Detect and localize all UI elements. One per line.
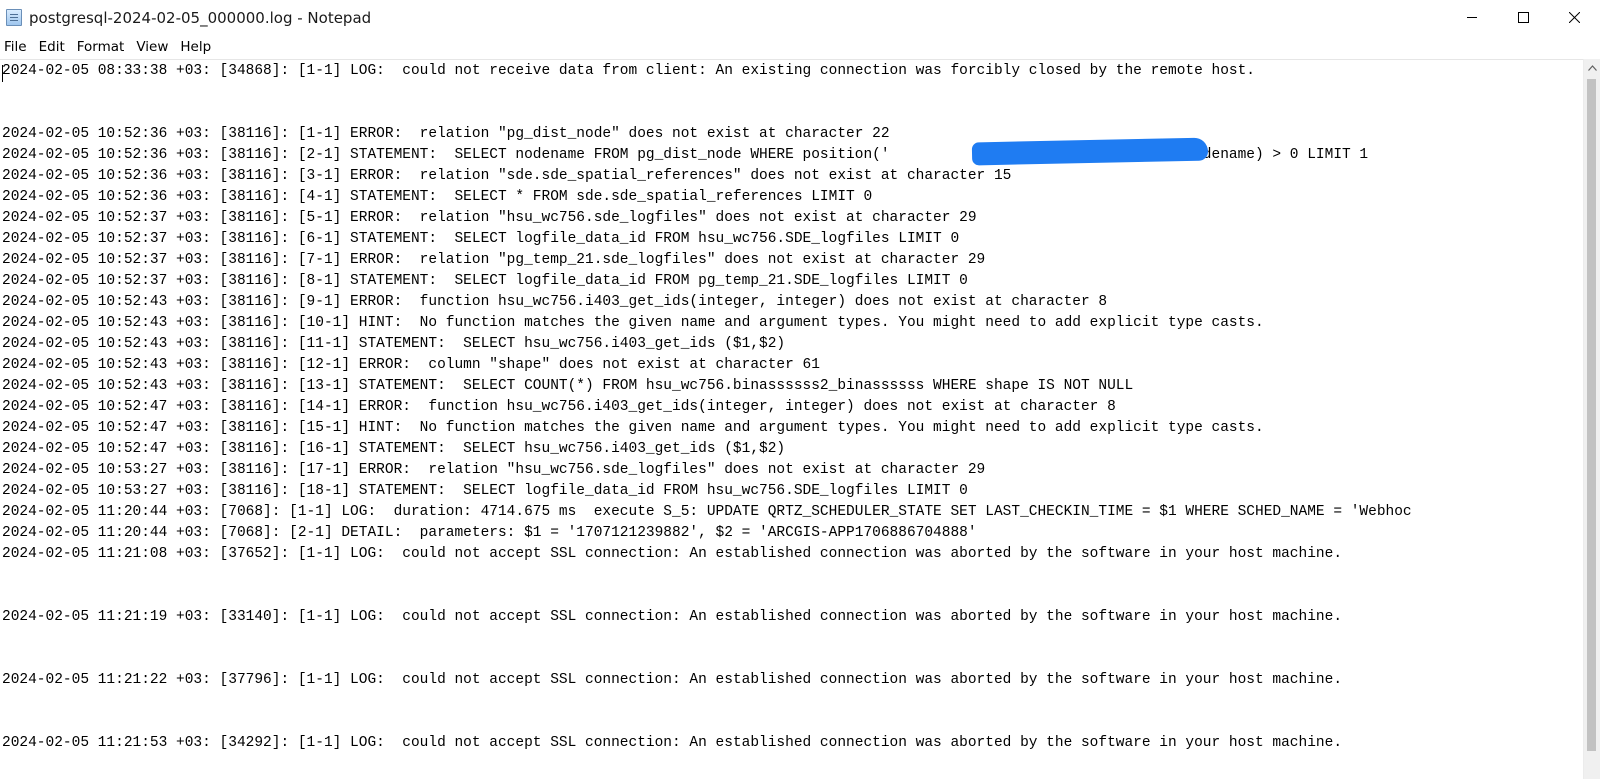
minimize-button[interactable] <box>1447 0 1498 35</box>
maximize-button[interactable] <box>1498 0 1549 35</box>
log-line: 2024-02-05 10:53:27 +03: [38116]: [18-1]… <box>2 483 968 499</box>
scroll-thumb[interactable] <box>1587 79 1596 751</box>
maximize-icon <box>1518 12 1529 23</box>
menu-edit[interactable]: Edit <box>33 35 71 59</box>
menu-file[interactable]: File <box>0 35 33 59</box>
text-caret <box>2 65 3 82</box>
close-icon <box>1569 12 1580 23</box>
log-line: 2024-02-05 08:33:38 +03: [34868]: [1-1] … <box>2 63 1256 79</box>
log-text[interactable]: 2024-02-05 08:33:38 +03: [34868]: [1-1] … <box>2 60 1583 754</box>
minimize-icon <box>1467 17 1477 18</box>
redaction-mark <box>971 137 1209 166</box>
log-line: 2024-02-05 10:52:37 +03: [38116]: [7-1] … <box>2 252 986 268</box>
log-line: 2024-02-05 11:21:22 +03: [37796]: [1-1] … <box>2 672 1343 688</box>
log-line: 2024-02-05 10:52:47 +03: [38116]: [14-1]… <box>2 399 1116 415</box>
log-line: 2024-02-05 10:52:36 +03: [38116]: [4-1] … <box>2 189 873 205</box>
log-line: 2024-02-05 10:52:36 +03: [38116]: [2-1] … <box>2 147 1369 163</box>
notepad-icon <box>6 9 22 26</box>
log-line: 2024-02-05 10:52:43 +03: [38116]: [11-1]… <box>2 336 786 352</box>
close-button[interactable] <box>1549 0 1600 35</box>
log-line: 2024-02-05 10:52:43 +03: [38116]: [12-1]… <box>2 357 820 373</box>
log-line: 2024-02-05 10:52:43 +03: [38116]: [10-1]… <box>2 315 1264 331</box>
menu-bar: File Edit Format View Help <box>0 35 1600 59</box>
log-line: 2024-02-05 10:52:43 +03: [38116]: [13-1]… <box>2 378 1134 394</box>
log-line: 2024-02-05 10:52:47 +03: [38116]: [15-1]… <box>2 420 1264 436</box>
log-line: 2024-02-05 10:53:27 +03: [38116]: [17-1]… <box>2 462 986 478</box>
window-controls <box>1447 0 1600 35</box>
log-line: 2024-02-05 10:52:36 +03: [38116]: [1-1] … <box>2 126 890 142</box>
window-title: postgresql-2024-02-05_000000.log - Notep… <box>29 8 372 27</box>
menu-help[interactable]: Help <box>174 35 217 59</box>
log-line: 2024-02-05 10:52:47 +03: [38116]: [16-1]… <box>2 441 786 457</box>
log-line: 2024-02-05 11:21:19 +03: [33140]: [1-1] … <box>2 609 1343 625</box>
vertical-scrollbar[interactable] <box>1583 59 1600 779</box>
log-line: 2024-02-05 10:52:37 +03: [38116]: [6-1] … <box>2 231 960 247</box>
log-line: 2024-02-05 11:21:53 +03: [34292]: [1-1] … <box>2 735 1343 751</box>
menu-format[interactable]: Format <box>71 35 131 59</box>
log-line: 2024-02-05 10:52:37 +03: [38116]: [8-1] … <box>2 273 968 289</box>
log-line: 2024-02-05 11:21:08 +03: [37652]: [1-1] … <box>2 546 1343 562</box>
title-bar[interactable]: postgresql-2024-02-05_000000.log - Notep… <box>0 0 1600 35</box>
scroll-up-button[interactable] <box>1584 59 1600 76</box>
chevron-up-icon <box>1588 64 1597 71</box>
log-line: 2024-02-05 11:20:44 +03: [7068]: [2-1] D… <box>2 525 977 541</box>
log-line: 2024-02-05 10:52:37 +03: [38116]: [5-1] … <box>2 210 977 226</box>
text-editor[interactable]: 2024-02-05 08:33:38 +03: [34868]: [1-1] … <box>0 59 1583 780</box>
log-line: 2024-02-05 10:52:36 +03: [38116]: [3-1] … <box>2 168 1012 184</box>
log-line: 2024-02-05 11:20:44 +03: [7068]: [1-1] L… <box>2 504 1412 520</box>
menu-view[interactable]: View <box>130 35 174 59</box>
log-line: 2024-02-05 10:52:43 +03: [38116]: [9-1] … <box>2 294 1108 310</box>
